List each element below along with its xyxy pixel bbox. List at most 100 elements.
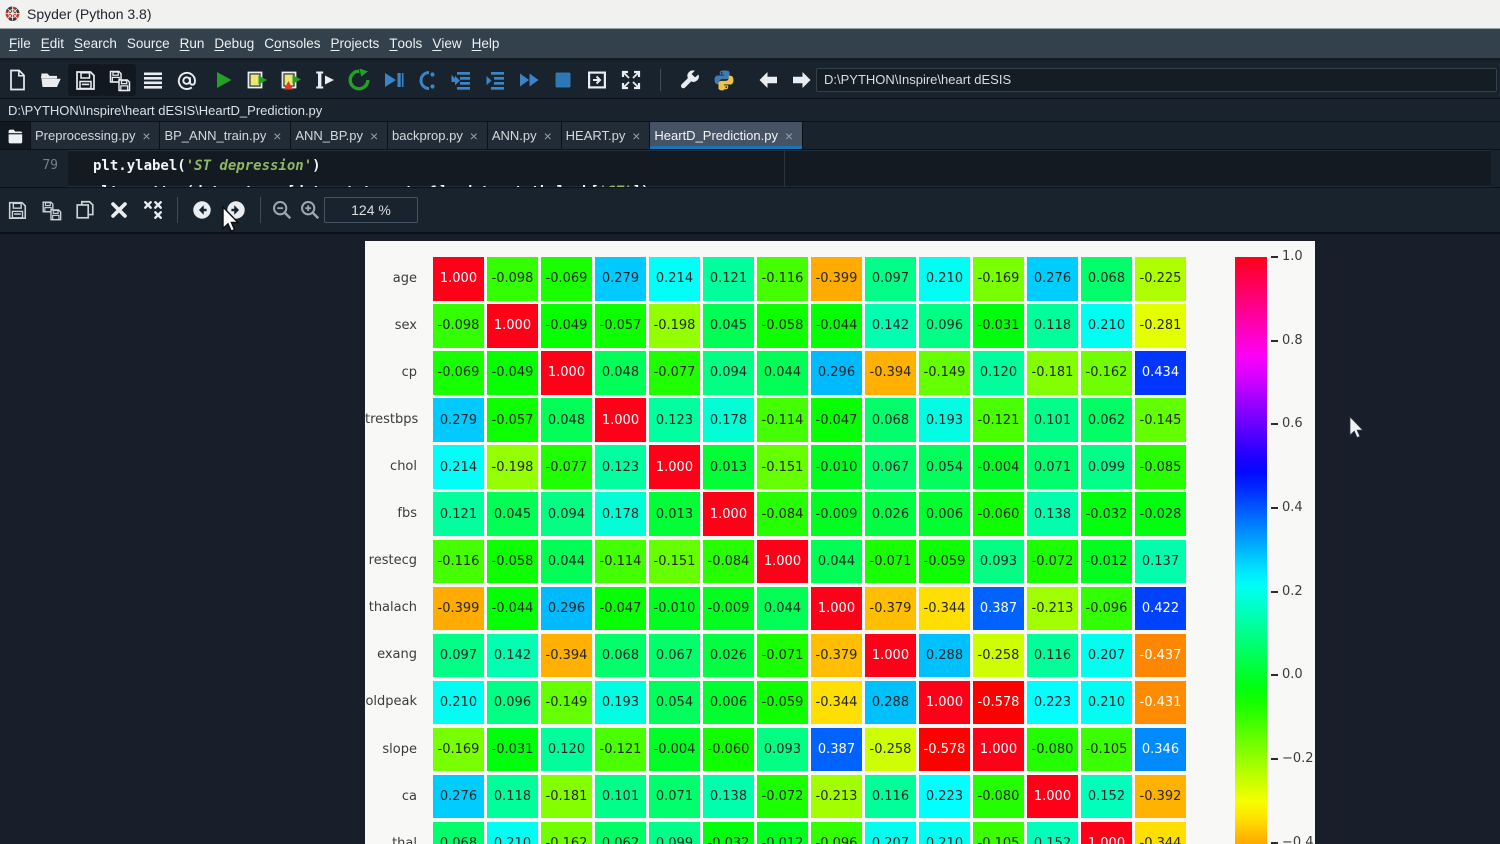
browse-tabs-button[interactable] [0,122,31,150]
menu-item-search[interactable]: Search [69,29,122,58]
heatmap-cell: -0.071 [757,634,807,678]
heatmap-cell: -0.010 [811,445,861,489]
debug-step-button[interactable] [410,64,444,96]
heatmap-cell: -0.004 [649,728,699,772]
tab-close-icon[interactable]: × [542,128,554,144]
rerun-cell-button[interactable] [342,64,376,96]
debug-step-into-icon [449,68,473,92]
tab-label: Preprocessing.py [35,128,135,143]
debug-file-button[interactable] [376,64,410,96]
copy-plot-button[interactable] [68,192,102,228]
heatmap-cell: -0.080 [973,775,1023,819]
run-cell-advance-icon [279,68,303,92]
tab-preprocessing-py[interactable]: Preprocessing.py × [31,122,160,149]
forward-button[interactable] [785,64,819,96]
menu-item-view[interactable]: View [427,29,466,58]
new-file-button[interactable] [0,64,34,96]
editor-tab-bar: Preprocessing.py×BP_ANN_train.py×ANN_BP.… [0,121,1500,149]
heatmap-cell: 0.048 [541,398,591,442]
heatmap-cell: 0.101 [1027,398,1077,442]
heatmap-cell: -0.059 [919,540,969,584]
menu-item-file[interactable]: File [4,29,36,58]
heatmap-cell: 0.062 [595,822,645,844]
heatmap-cell: -0.060 [973,492,1023,536]
close-all-plots-button[interactable] [136,192,170,228]
tab-ann_bp-py[interactable]: ANN_BP.py× [291,122,388,149]
heatmap-cell: 1.000 [541,351,591,395]
menu-item-help[interactable]: Help [467,29,505,58]
run-cell-button[interactable] [240,64,274,96]
plots-pane: age1.000-0.098-0.0690.2790.2140.121-0.11… [0,232,1500,844]
heatmap-row-label-thal: thal [365,836,417,844]
heatmap-cell: -0.399 [433,587,483,631]
back-button[interactable] [751,64,785,96]
zoom-out-button[interactable] [268,192,296,228]
breadcrumb: D:\PYTHON\Inspire\heart dESIS\HeartD_Pre… [0,98,1500,121]
heatmap-cell: 0.093 [973,540,1023,584]
menu-item-projects[interactable]: Projects [326,29,385,58]
menu-item-edit[interactable]: Edit [36,29,69,58]
previous-plot-button[interactable] [185,192,219,228]
save-button[interactable] [68,64,102,96]
menu-item-source[interactable]: Source [122,29,175,58]
run-selection-button[interactable] [308,64,342,96]
debug-stop-button[interactable] [546,64,580,96]
heatmap-cell: -0.049 [487,351,537,395]
editor-scrollbar[interactable] [1491,150,1500,187]
heatmap-row-label-chol: chol [365,459,417,474]
menu-item-consoles[interactable]: Consoles [259,29,325,58]
tab-close-icon[interactable]: × [783,128,795,144]
run-button[interactable] [206,64,240,96]
file-switcher-icon [141,68,165,92]
tab-bp_ann_train-py[interactable]: BP_ANN_train.py× [160,122,291,149]
heatmap-cell: 0.068 [595,634,645,678]
tab-heartd_prediction-py[interactable]: HeartD_Prediction.py× [650,122,803,149]
heatmap-row-label-thalach: thalach [365,600,417,615]
heatmap-cell: 1.000 [919,681,969,725]
heatmap-cell: -0.047 [595,587,645,631]
heatmap-cell: -0.049 [541,304,591,348]
tab-close-icon[interactable]: × [468,128,480,144]
tab-heart-py[interactable]: HEART.py× [562,122,651,149]
debug-step-return-button[interactable] [478,64,512,96]
heatmap-cell: 0.346 [1135,728,1185,772]
save-all-plots-button[interactable] [34,192,68,228]
colorbar-tick-mark [1271,842,1278,844]
preferences-icon [678,68,702,92]
tab-close-icon[interactable]: × [368,128,380,144]
python-env-button[interactable] [707,64,741,96]
working-directory-input[interactable]: D:\PYTHON\Inspire\heart dESIS [816,68,1497,92]
heatmap-cell: 0.288 [865,681,915,725]
menu-item-tools[interactable]: Tools [384,29,427,58]
debug-continue-button[interactable] [512,64,546,96]
heatmap-cell: -0.114 [595,540,645,584]
heatmap-row-label-ca: ca [365,789,417,804]
tab-ann-py[interactable]: ANN.py× [488,122,562,149]
tab-close-icon[interactable]: × [140,128,152,144]
tab-backprop-py[interactable]: backprop.py× [388,122,488,149]
tab-close-icon[interactable]: × [271,128,283,144]
file-switcher-button[interactable] [136,64,170,96]
zoom-in-button[interactable] [296,192,324,228]
menu-item-run[interactable]: Run [175,29,210,58]
maximize-pane-button[interactable] [580,64,614,96]
save-plot-button[interactable] [0,192,34,228]
heatmap-cell: -0.281 [1135,304,1185,348]
heatmap-cell: 1.000 [811,587,861,631]
heatmap-row-label-age: age [365,271,417,286]
rerun-cell-icon [347,68,371,92]
open-file-button[interactable] [34,64,68,96]
heatmap-cell: -0.057 [595,304,645,348]
preferences-button[interactable] [673,64,707,96]
find-symbols-button[interactable] [170,64,204,96]
close-plot-button[interactable] [102,192,136,228]
heatmap-cell: 0.013 [649,492,699,536]
fullscreen-button[interactable] [614,64,648,96]
debug-step-into-button[interactable] [444,64,478,96]
heatmap-cell: 0.026 [703,634,753,678]
code-editor[interactable]: 79 plt.ylabel('ST depression') plt.scatt… [0,149,1500,187]
save-all-button[interactable] [102,64,136,96]
tab-close-icon[interactable]: × [630,128,642,144]
menu-item-debug[interactable]: Debug [209,29,259,58]
run-cell-advance-button[interactable] [274,64,308,96]
